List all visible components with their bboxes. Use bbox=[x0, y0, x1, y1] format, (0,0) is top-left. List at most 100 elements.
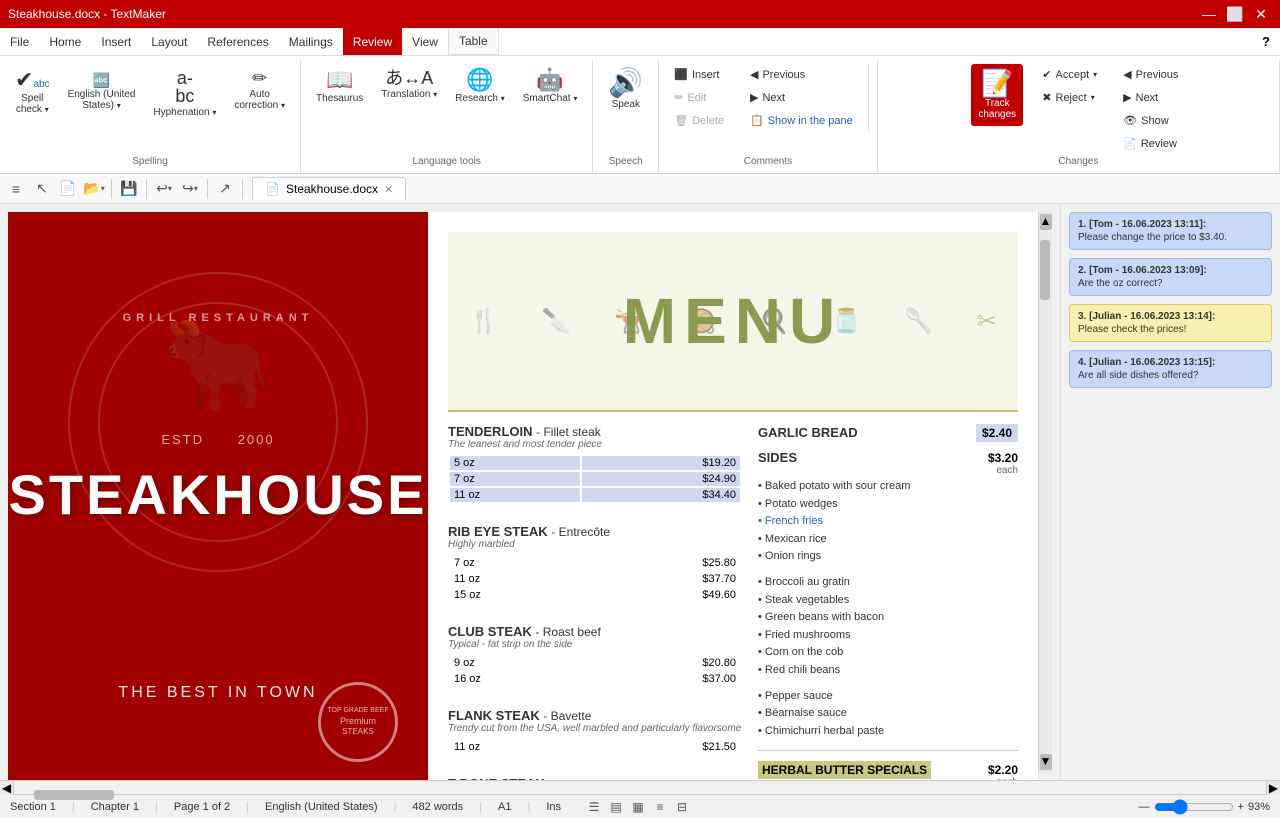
menu-insert[interactable]: Insert bbox=[91, 28, 141, 55]
vertical-scrollbar[interactable]: ▲ ▼ bbox=[1038, 212, 1052, 772]
menu-title: MENU bbox=[623, 284, 843, 358]
english-language-button[interactable]: 🔤 English (UnitedStates) ▾ bbox=[61, 64, 143, 116]
menu-header: 🍴 🔪 🫕 🥘 🍳 🫙 🥄 ✂ MENU bbox=[448, 232, 1018, 412]
thesaurus-button[interactable]: 📖 Thesaurus bbox=[309, 64, 370, 109]
ribbon-groups: ✔abc Spellcheck ▾ 🔤 English (UnitedState… bbox=[0, 60, 1280, 173]
doc-tabs: 📄 Steakhouse.docx ✕ bbox=[252, 177, 406, 200]
show-in-pane-button[interactable]: 📋 Show in the pane bbox=[743, 110, 860, 131]
select-button[interactable]: ↖ bbox=[30, 177, 54, 201]
changes-label: Changes bbox=[886, 154, 1271, 169]
view-side[interactable]: ⊟ bbox=[673, 798, 691, 816]
reject-button[interactable]: ✖ Reject ▾ bbox=[1035, 87, 1104, 108]
spelling-group-label: Spelling bbox=[8, 154, 292, 169]
view-web[interactable]: ▦ bbox=[629, 798, 647, 816]
comment-2: 2. [Tom - 16.06.2023 13:09]: Are the oz … bbox=[1069, 258, 1272, 296]
cursor-button[interactable]: ↗ bbox=[213, 177, 237, 201]
scroll-thumb[interactable] bbox=[1040, 240, 1050, 300]
zoom-controls: — + 93% bbox=[1139, 799, 1270, 815]
help-button[interactable]: ? bbox=[1252, 30, 1280, 53]
garlic-bread-row: GARLIC BREAD $2.40 bbox=[758, 424, 1018, 444]
ribeye-item: RIB EYE STEAK - Entrecôte Highly marbled… bbox=[448, 524, 742, 604]
research-button[interactable]: 🌐 Research ▾ bbox=[448, 64, 512, 109]
doc-tab-steakhouse[interactable]: 📄 Steakhouse.docx ✕ bbox=[252, 177, 406, 200]
comment-4: 4. [Julian - 16.06.2023 13:15]: Are all … bbox=[1069, 350, 1272, 388]
sides-header: SIDES $3.20 each bbox=[758, 450, 1018, 476]
menu-references[interactable]: References bbox=[197, 28, 278, 55]
scroll-down-arrow[interactable]: ▼ bbox=[1040, 754, 1052, 770]
clubsteak-size-9oz: 9 oz $20.80 bbox=[450, 656, 740, 670]
view-buttons: ☰ ▤ ▦ ≡ ⊟ bbox=[585, 798, 691, 816]
h-scroll-thumb[interactable] bbox=[34, 790, 114, 800]
page-info: Page 1 of 2 bbox=[174, 801, 230, 813]
status-bar: Section 1 | Chapter 1 | Page 1 of 2 | En… bbox=[0, 794, 1280, 818]
comment-1: 1. [Tom - 16.06.2023 13:11]: Please chan… bbox=[1069, 212, 1272, 250]
view-outline[interactable]: ≡ bbox=[651, 798, 669, 816]
speak-button[interactable]: 🔊 Speak bbox=[601, 64, 650, 115]
window-controls: — ⬜ ✕ bbox=[1198, 3, 1272, 25]
flanksteak-size-11oz: 11 oz $21.50 bbox=[450, 740, 740, 754]
hyphenation-button[interactable]: a-bc Hyphenation ▾ bbox=[146, 64, 223, 123]
show-changes-button[interactable]: 👁 Show bbox=[1116, 110, 1185, 131]
tbone-item: T-BONE STEAK bbox=[448, 776, 742, 780]
scroll-right-arrow[interactable]: ▶ bbox=[1266, 781, 1280, 795]
previous-change-button[interactable]: ◀ Previous bbox=[1116, 64, 1185, 85]
save-button[interactable]: 💾 bbox=[117, 177, 141, 201]
translation-button[interactable]: あ↔A Translation ▾ bbox=[374, 64, 444, 105]
spell-check-button[interactable]: ✔abc Spellcheck ▾ bbox=[8, 64, 57, 120]
maximize-button[interactable]: ⬜ bbox=[1224, 3, 1246, 25]
auto-correction-button[interactable]: ✏ Autocorrection ▾ bbox=[227, 64, 292, 116]
menu-view[interactable]: View bbox=[402, 28, 448, 55]
doc-tab-label: Steakhouse.docx bbox=[286, 182, 378, 196]
tenderloin-item: TENDERLOIN - Fillet steak The leanest an… bbox=[448, 424, 742, 504]
app-title: Steakhouse.docx - TextMaker bbox=[8, 7, 166, 21]
doc-tab-close[interactable]: ✕ bbox=[384, 183, 393, 196]
restaurant-type: GRILL RESTAURANT bbox=[123, 312, 314, 324]
open-button[interactable]: 📂 ▾ bbox=[82, 177, 106, 201]
review-button[interactable]: 📄 Review bbox=[1116, 133, 1185, 154]
smartchat-button[interactable]: 🤖 SmartChat ▾ bbox=[516, 64, 585, 109]
view-print[interactable]: ▤ bbox=[607, 798, 625, 816]
menu-bar: File Home Insert Layout References Maili… bbox=[0, 28, 1280, 56]
speech-group: 🔊 Speak Speech bbox=[593, 60, 659, 173]
bull-icon: 🐂 bbox=[8, 312, 428, 417]
next-change-button[interactable]: ▶ Next bbox=[1116, 87, 1185, 108]
close-button[interactable]: ✕ bbox=[1250, 3, 1272, 25]
menu-mailings[interactable]: Mailings bbox=[279, 28, 343, 55]
menu-home[interactable]: Home bbox=[39, 28, 91, 55]
menu-content: TENDERLOIN - Fillet steak The leanest an… bbox=[448, 424, 1018, 780]
align-button[interactable]: ≡ bbox=[4, 177, 28, 201]
menu-page: 🍴 🔪 🫕 🥘 🍳 🫙 🥄 ✂ MENU TENDERLOI bbox=[428, 212, 1038, 780]
toolbar-separator-1 bbox=[111, 179, 112, 199]
garlic-bread-price: $2.40 bbox=[976, 424, 1018, 442]
herbal-butter-header: HERBAL BUTTER SPECIALS $2.20 each bbox=[758, 761, 1018, 780]
next-comment-button[interactable]: ▶ Next bbox=[743, 87, 860, 108]
minimize-button[interactable]: — bbox=[1198, 3, 1220, 25]
menu-table[interactable]: Table bbox=[448, 28, 499, 55]
comments-label: Comments bbox=[667, 154, 868, 169]
sub-title: THE BEST IN TOWN bbox=[118, 684, 317, 702]
insert-comment-button[interactable]: ⬛ Insert bbox=[667, 64, 731, 85]
toolbar-separator-3 bbox=[207, 179, 208, 199]
undo-button[interactable]: ↩ ▾ bbox=[152, 177, 176, 201]
menu-file[interactable]: File bbox=[0, 28, 39, 55]
accept-button[interactable]: ✔ Accept ▾ bbox=[1035, 64, 1104, 85]
track-changes-button[interactable]: 📝 Trackchanges bbox=[971, 64, 1023, 126]
previous-comment-button[interactable]: ◀ Previous bbox=[743, 64, 860, 85]
clubsteak-item: CLUB STEAK - Roast beef Typical - fat st… bbox=[448, 624, 742, 688]
clubsteak-size-16oz: 16 oz $37.00 bbox=[450, 672, 740, 686]
herbal-butter-title: HERBAL BUTTER SPECIALS bbox=[758, 761, 931, 779]
scroll-up-arrow[interactable]: ▲ bbox=[1040, 214, 1052, 230]
view-normal[interactable]: ☰ bbox=[585, 798, 603, 816]
changes-group: 📝 Trackchanges ✔ Accept ▾ ✖ Reject ▾ bbox=[878, 60, 1280, 173]
delete-comment-button[interactable]: 🗑 Delete bbox=[667, 110, 731, 131]
edit-comment-button[interactable]: ✏ Edit bbox=[667, 87, 731, 108]
menu-review[interactable]: Review bbox=[343, 28, 402, 55]
tenderloin-size-11oz: 11 oz $34.40 bbox=[450, 488, 740, 502]
zoom-slider[interactable] bbox=[1154, 799, 1234, 815]
scroll-left-arrow[interactable]: ◀ bbox=[0, 781, 14, 795]
horizontal-scrollbar[interactable]: ◀ ▶ bbox=[0, 780, 1280, 794]
redo-button[interactable]: ↪ ▾ bbox=[178, 177, 202, 201]
comments-group: ⬛ Insert ✏ Edit 🗑 Delete ◀ Previous ▶ Ne… bbox=[659, 60, 877, 173]
new-button[interactable]: 📄 bbox=[56, 177, 80, 201]
menu-layout[interactable]: Layout bbox=[141, 28, 197, 55]
